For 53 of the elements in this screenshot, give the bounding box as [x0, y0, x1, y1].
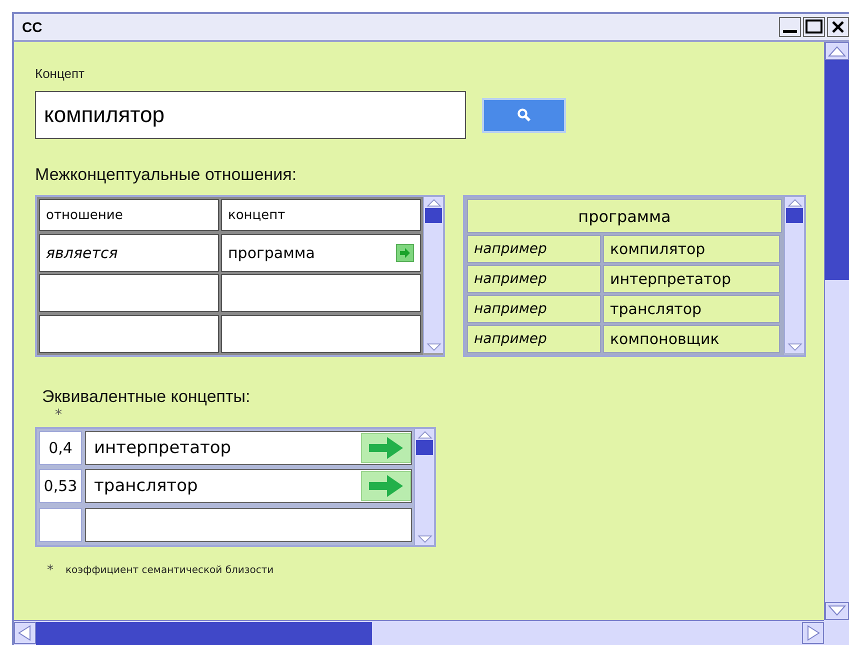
footnote-marker: * [47, 563, 54, 578]
maximize-icon[interactable] [803, 17, 825, 37]
concept-text: программа [228, 244, 315, 262]
window-title: CC [22, 19, 42, 35]
scrollbar[interactable] [414, 429, 434, 545]
scroll-down-icon[interactable] [416, 534, 434, 545]
relation-cell: например [467, 325, 601, 353]
section-heading: Эквивалентные концепты: [42, 387, 250, 407]
score-cell: 0,4 [39, 431, 82, 465]
concept-text: интерпретатор [94, 438, 232, 458]
relation-cell: например [467, 295, 601, 323]
relation-cell: например [467, 265, 601, 293]
minimize-icon[interactable] [779, 17, 801, 37]
scroll-down-icon[interactable] [424, 342, 442, 353]
scroll-up-icon[interactable] [424, 197, 442, 208]
scroll-thumb[interactable] [425, 208, 442, 223]
scrollbar[interactable] [784, 197, 804, 353]
column-header: отношение [39, 199, 219, 231]
relation-cell: например [467, 235, 601, 263]
empty-cell [39, 508, 82, 542]
concept-field[interactable]: компилятор [35, 91, 466, 139]
column-header: концепт [221, 199, 421, 231]
relation-cell: является [39, 234, 219, 272]
concept-cell: компоновщик [603, 325, 780, 353]
section-heading: Межконцептуальные отношения: [35, 165, 297, 185]
field-label: Концепт [35, 66, 85, 81]
scroll-left-icon[interactable] [14, 622, 36, 644]
scroll-up-icon[interactable] [825, 42, 849, 60]
arrow-right-icon[interactable] [396, 244, 414, 262]
table-header: программа [467, 199, 782, 233]
scrollbar[interactable] [824, 42, 849, 620]
search-icon [517, 108, 531, 122]
scrollbar[interactable] [14, 620, 824, 645]
scroll-thumb[interactable] [36, 622, 372, 644]
scroll-down-icon[interactable] [786, 342, 804, 353]
scroll-right-icon[interactable] [802, 622, 824, 644]
scrollbar[interactable] [423, 197, 443, 353]
scroll-up-icon[interactable] [786, 197, 804, 208]
scroll-thumb[interactable] [416, 440, 433, 455]
arrow-right-icon[interactable] [361, 433, 411, 463]
scroll-thumb[interactable] [786, 208, 803, 223]
scroll-thumb[interactable] [825, 60, 849, 280]
concept-cell: компилятор [603, 235, 780, 263]
close-icon[interactable] [827, 17, 849, 37]
footnote-text: коэффициент семантической близости [66, 565, 274, 576]
scroll-up-icon[interactable] [416, 429, 434, 440]
concept-cell: интерпретатор [603, 265, 780, 293]
score-cell: 0,53 [39, 469, 82, 504]
concept-text: транслятор [94, 476, 198, 496]
footnote-marker: * [55, 407, 62, 423]
search-button[interactable] [482, 98, 566, 132]
scroll-down-icon[interactable] [825, 602, 849, 620]
concept-cell: транслятор [603, 295, 780, 323]
